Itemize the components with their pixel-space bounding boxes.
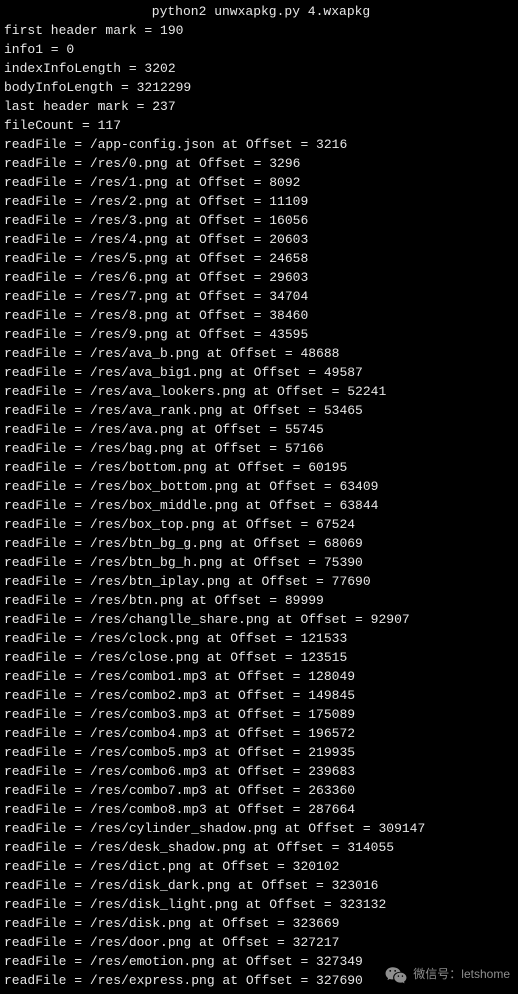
header-first-mark: first header mark = 190	[0, 21, 518, 40]
output-line: readFile = /res/desk_shadow.png at Offse…	[0, 838, 518, 857]
output-line: readFile = /res/btn_bg_h.png at Offset =…	[0, 553, 518, 572]
output-line: readFile = /res/combo4.mp3 at Offset = 1…	[0, 724, 518, 743]
output-line: readFile = /app-config.json at Offset = …	[0, 135, 518, 154]
output-line: readFile = /res/5.png at Offset = 24658	[0, 249, 518, 268]
output-line: readFile = /res/combo2.mp3 at Offset = 1…	[0, 686, 518, 705]
wechat-icon	[385, 966, 407, 984]
output-line: readFile = /res/disk_dark.png at Offset …	[0, 876, 518, 895]
output-line: readFile = /res/4.png at Offset = 20603	[0, 230, 518, 249]
output-line: readFile = /res/7.png at Offset = 34704	[0, 287, 518, 306]
output-line: readFile = /res/6.png at Offset = 29603	[0, 268, 518, 287]
output-line: readFile = /res/0.png at Offset = 3296	[0, 154, 518, 173]
header-last-mark: last header mark = 237	[0, 97, 518, 116]
header-file-count: fileCount = 117	[0, 116, 518, 135]
watermark-text: 微信号：letshome	[413, 965, 510, 984]
output-line: readFile = /res/ava.png at Offset = 5574…	[0, 420, 518, 439]
output-line: readFile = /res/1.png at Offset = 8092	[0, 173, 518, 192]
output-line: readFile = /res/btn.png at Offset = 8999…	[0, 591, 518, 610]
header-info1: info1 = 0	[0, 40, 518, 59]
output-line: readFile = /res/ava_big1.png at Offset =…	[0, 363, 518, 382]
output-line: readFile = /res/combo7.mp3 at Offset = 2…	[0, 781, 518, 800]
output-line: readFile = /res/cylinder_shadow.png at O…	[0, 819, 518, 838]
output-line: readFile = /res/ava_lookers.png at Offse…	[0, 382, 518, 401]
output-line: readFile = /res/ava_b.png at Offset = 48…	[0, 344, 518, 363]
output-line: readFile = /res/bag.png at Offset = 5716…	[0, 439, 518, 458]
output-line: readFile = /res/bottom.png at Offset = 6…	[0, 458, 518, 477]
output-line: readFile = /res/disk.png at Offset = 323…	[0, 914, 518, 933]
output-line: readFile = /res/btn_iplay.png at Offset …	[0, 572, 518, 591]
header-index-length: indexInfoLength = 3202	[0, 59, 518, 78]
output-line: readFile = /res/box_bottom.png at Offset…	[0, 477, 518, 496]
terminal-command: python2 unwxapkg.py 4.wxapkg	[0, 0, 518, 21]
output-line: readFile = /res/combo8.mp3 at Offset = 2…	[0, 800, 518, 819]
output-line: readFile = /res/btn_bg_g.png at Offset =…	[0, 534, 518, 553]
output-line: readFile = /res/door.png at Offset = 327…	[0, 933, 518, 952]
terminal-output: python2 unwxapkg.py 4.wxapkg first heade…	[0, 0, 518, 994]
file-list: readFile = /app-config.json at Offset = …	[0, 135, 518, 990]
output-line: readFile = /res/8.png at Offset = 38460	[0, 306, 518, 325]
output-line: readFile = /res/disk_light.png at Offset…	[0, 895, 518, 914]
output-line: readFile = /res/close.png at Offset = 12…	[0, 648, 518, 667]
output-line: readFile = /res/3.png at Offset = 16056	[0, 211, 518, 230]
output-line: readFile = /res/9.png at Offset = 43595	[0, 325, 518, 344]
output-line: readFile = /res/2.png at Offset = 11109	[0, 192, 518, 211]
output-line: readFile = /res/combo5.mp3 at Offset = 2…	[0, 743, 518, 762]
header-body-length: bodyInfoLength = 3212299	[0, 78, 518, 97]
output-line: readFile = /res/clock.png at Offset = 12…	[0, 629, 518, 648]
output-line: readFile = /res/dict.png at Offset = 320…	[0, 857, 518, 876]
output-line: readFile = /res/combo6.mp3 at Offset = 2…	[0, 762, 518, 781]
output-line: readFile = /res/changlle_share.png at Of…	[0, 610, 518, 629]
output-line: readFile = /res/box_middle.png at Offset…	[0, 496, 518, 515]
output-line: readFile = /res/box_top.png at Offset = …	[0, 515, 518, 534]
output-line: readFile = /res/ava_rank.png at Offset =…	[0, 401, 518, 420]
output-line: readFile = /res/combo1.mp3 at Offset = 1…	[0, 667, 518, 686]
output-line: readFile = /res/combo3.mp3 at Offset = 1…	[0, 705, 518, 724]
watermark: 微信号：letshome	[385, 965, 510, 984]
